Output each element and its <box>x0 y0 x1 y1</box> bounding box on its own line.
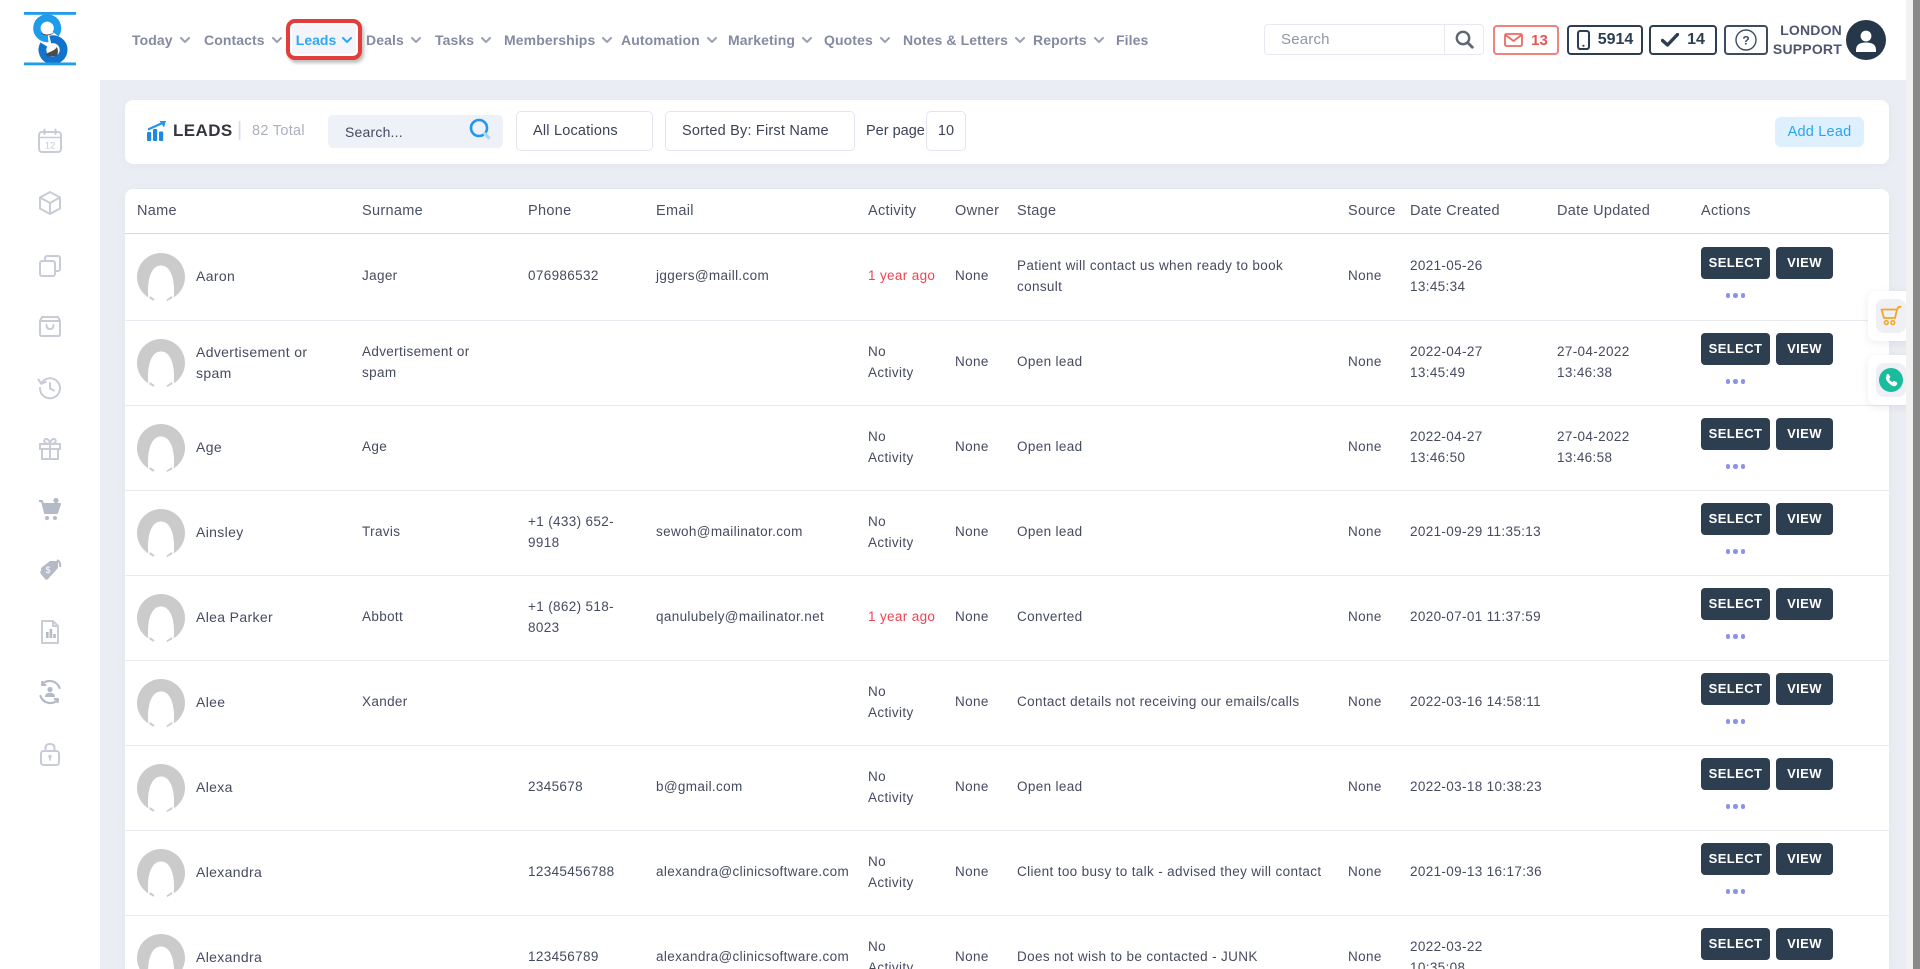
svg-text:$: $ <box>45 565 50 575</box>
svg-text:?: ? <box>1742 33 1749 47</box>
svg-text:12: 12 <box>45 141 56 152</box>
